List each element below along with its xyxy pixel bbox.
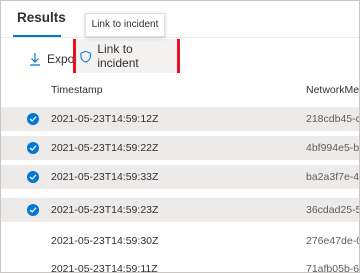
row-divider [1, 131, 359, 132]
tab-results[interactable]: Results [17, 10, 66, 25]
cell-timestamp: 2021-05-23T14:59:11Z [51, 263, 158, 273]
results-panel: Results Export Link to incident Link to … [0, 0, 360, 273]
cell-networkmessage: ba2a3f7e-4e8 [306, 171, 360, 183]
tooltip: Link to incident [85, 13, 165, 37]
table-row[interactable]: 2021-05-23T14:59:22Z 4bf994e5-be0e [1, 136, 359, 160]
row-divider [1, 160, 359, 161]
cell-networkmessage: 4bf994e5-be0e [306, 142, 360, 154]
cell-timestamp: 2021-05-23T14:59:12Z [51, 113, 159, 125]
column-header-networkmessage[interactable]: NetworkMessa [306, 84, 359, 96]
tab-divider [1, 37, 359, 38]
checkmark-icon [29, 116, 37, 122]
row-checkbox[interactable] [27, 113, 39, 125]
download-icon [30, 53, 40, 66]
table-header: Timestamp NetworkMessa [1, 79, 359, 103]
checkmark-icon [29, 174, 37, 180]
row-checkbox[interactable] [27, 204, 39, 216]
checkmark-icon [29, 207, 37, 213]
table-row[interactable]: 2021-05-23T14:59:30Z 276e47de-02d [1, 229, 359, 253]
link-to-incident-label: Link to incident [97, 42, 139, 70]
table-row[interactable]: 2021-05-23T14:59:23Z 36cdad25-555c [1, 198, 359, 222]
column-header-timestamp[interactable]: Timestamp [51, 84, 103, 96]
table-row[interactable]: 2021-05-23T14:59:33Z ba2a3f7e-4e8 [1, 165, 359, 189]
row-checkbox[interactable] [27, 142, 39, 154]
checkmark-icon [29, 145, 37, 151]
row-divider [1, 189, 359, 190]
cell-timestamp: 2021-05-23T14:59:23Z [51, 204, 159, 216]
row-checkbox[interactable] [27, 171, 39, 183]
cell-networkmessage: 71afb05b-65b [306, 263, 360, 273]
cell-networkmessage: 218cdb45-c4ea [306, 113, 359, 125]
link-to-incident-button[interactable]: Link to incident [73, 39, 180, 73]
table-row[interactable]: 2021-05-23T14:59:12Z 218cdb45-c4ea [1, 107, 359, 131]
table-row[interactable]: 2021-05-23T14:59:11Z 71afb05b-65b [1, 257, 360, 273]
shield-icon [80, 50, 91, 63]
cell-timestamp: 2021-05-23T14:59:22Z [51, 142, 159, 154]
cell-timestamp: 2021-05-23T14:59:30Z [51, 235, 159, 247]
cell-networkmessage: 276e47de-02d [306, 235, 359, 247]
cell-timestamp: 2021-05-23T14:59:33Z [51, 171, 159, 183]
cell-networkmessage: 36cdad25-555c [306, 204, 359, 216]
